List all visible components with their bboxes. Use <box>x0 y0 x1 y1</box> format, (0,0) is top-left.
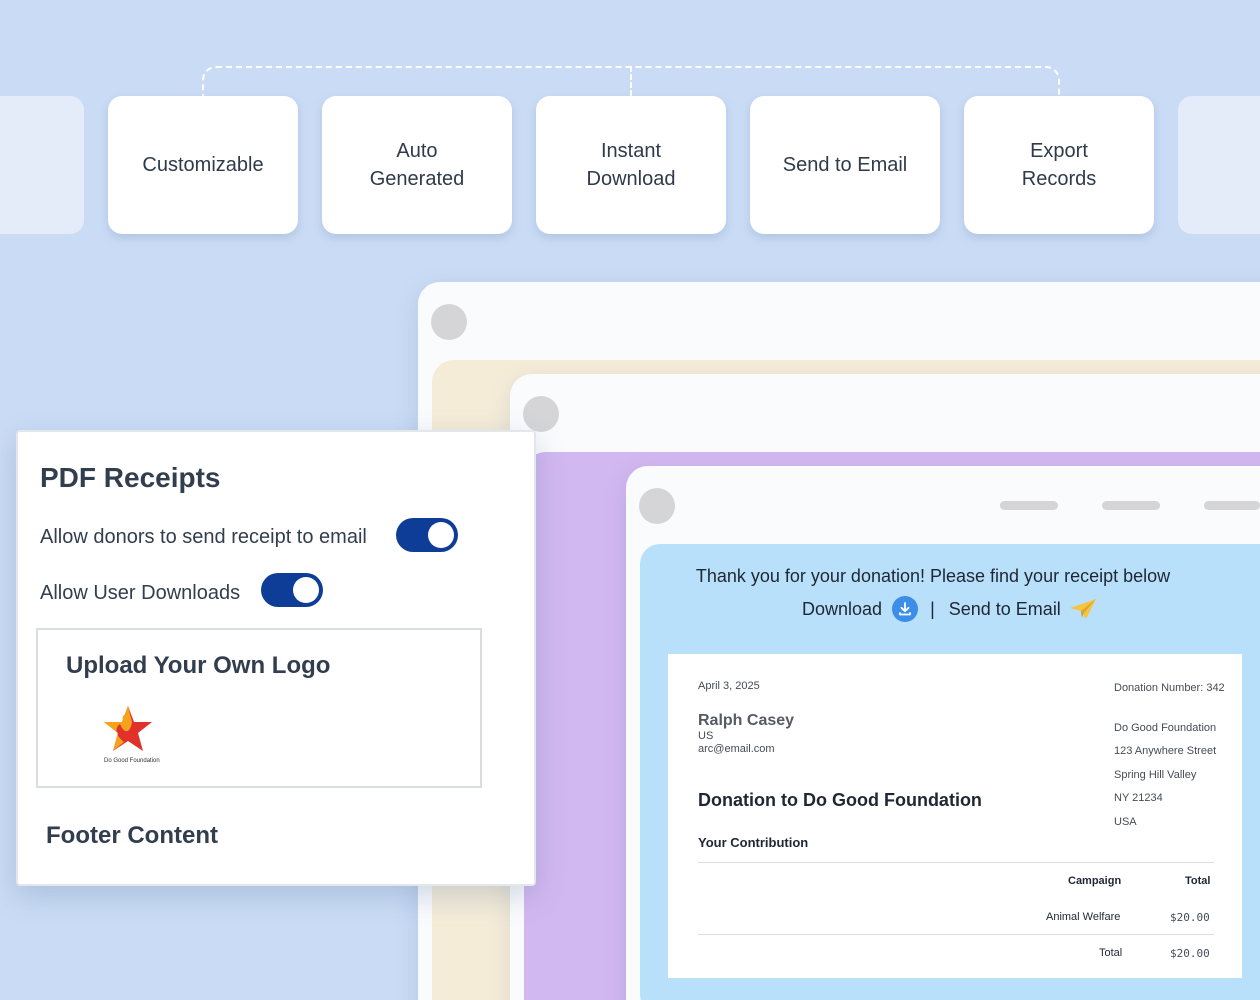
col-total-header: Total <box>1185 875 1211 887</box>
feature-label: Instant <box>600 140 662 162</box>
window-dot <box>639 488 675 524</box>
org-address-line: Spring Hill Valley <box>1114 769 1197 781</box>
table-divider <box>698 862 1214 863</box>
upload-logo-title: Upload Your Own Logo <box>66 652 331 679</box>
feature-label-2: Records <box>1021 168 1097 190</box>
toggle-knob <box>293 577 319 603</box>
receipt-heading: Donation to Do Good Foundation <box>698 790 982 810</box>
org-address-line: Do Good Foundation <box>1114 722 1217 734</box>
receipt-page: Thank you for your donation! Please find… <box>640 544 1260 1000</box>
feature-card-customizable[interactable]: Customizable <box>108 96 298 234</box>
window-menu-pill <box>1102 501 1160 510</box>
logo-upload-box[interactable]: Upload Your Own Logo Do Good Foundation <box>36 628 482 788</box>
download-link[interactable]: Download <box>802 599 882 620</box>
row-campaign: Animal Welfare <box>1046 911 1121 923</box>
feature-label-2: Download <box>586 168 676 190</box>
window-dot <box>523 396 559 432</box>
toggle-send-email[interactable] <box>396 518 458 552</box>
feature-card-export-records[interactable]: Export Records <box>964 96 1154 234</box>
total-amount: $20.00 <box>1170 947 1210 960</box>
feature-label: Auto <box>396 140 438 162</box>
feature-label-2: Generated <box>369 168 465 190</box>
donor-name: Ralph Casey <box>698 712 795 729</box>
table-divider <box>698 934 1214 935</box>
feature-card-instant-download[interactable]: Instant Download <box>536 96 726 234</box>
feature-card-send-to-email[interactable]: Send to Email <box>750 96 940 234</box>
total-label: Total <box>1099 947 1123 959</box>
col-campaign-header: Campaign <box>1068 875 1122 887</box>
receipt-date: April 3, 2025 <box>698 680 760 692</box>
window-dot <box>431 304 467 340</box>
download-icon[interactable] <box>892 596 919 622</box>
org-address-line: 123 Anywhere Street <box>1114 745 1217 757</box>
feature-card-ghost-right <box>1178 96 1260 234</box>
toggle-user-downloads[interactable] <box>261 573 323 607</box>
feature-card-ghost-left <box>0 96 84 234</box>
donor-email: arc@email.com <box>698 743 775 755</box>
donor-country: US <box>698 730 714 742</box>
receipt-document: April 3, 2025 Donation Number: 342 Ralph… <box>668 654 1242 978</box>
panel-title: PDF Receipts <box>40 462 221 493</box>
toggle-knob <box>428 522 454 548</box>
receipt-actions: Download | Send to Email <box>802 596 1097 622</box>
window-menu-pill <box>1000 501 1058 510</box>
org-logo-icon <box>102 704 154 761</box>
pdf-receipts-panel: PDF Receipts Allow donors to send receip… <box>16 430 536 886</box>
thanks-message: Thank you for your donation! Please find… <box>695 566 1171 586</box>
feature-label: Customizable <box>142 154 264 176</box>
send-to-email-link[interactable]: Send to Email <box>949 599 1061 620</box>
toggle-download-label: Allow User Downloads <box>40 582 241 604</box>
feature-connector-mid <box>630 66 632 96</box>
toggle-email-label: Allow donors to send receipt to email <box>40 526 367 548</box>
feature-label: Send to Email <box>782 154 908 176</box>
contribution-label: Your Contribution <box>698 835 809 850</box>
footer-content-title: Footer Content <box>46 822 218 849</box>
row-amount: $20.00 <box>1170 911 1210 924</box>
org-address-line: USA <box>1114 816 1137 828</box>
feature-label: Export <box>1030 140 1088 162</box>
paper-plane-icon[interactable] <box>1069 598 1097 620</box>
window-menu-pill <box>1204 501 1260 510</box>
logo-caption: Do Good Foundation <box>104 758 160 764</box>
action-separator: | <box>930 598 935 619</box>
org-address-line: NY 21234 <box>1114 792 1163 804</box>
feature-card-auto-generated[interactable]: Auto Generated <box>322 96 512 234</box>
donation-number: Donation Number: 342 <box>1114 682 1225 694</box>
